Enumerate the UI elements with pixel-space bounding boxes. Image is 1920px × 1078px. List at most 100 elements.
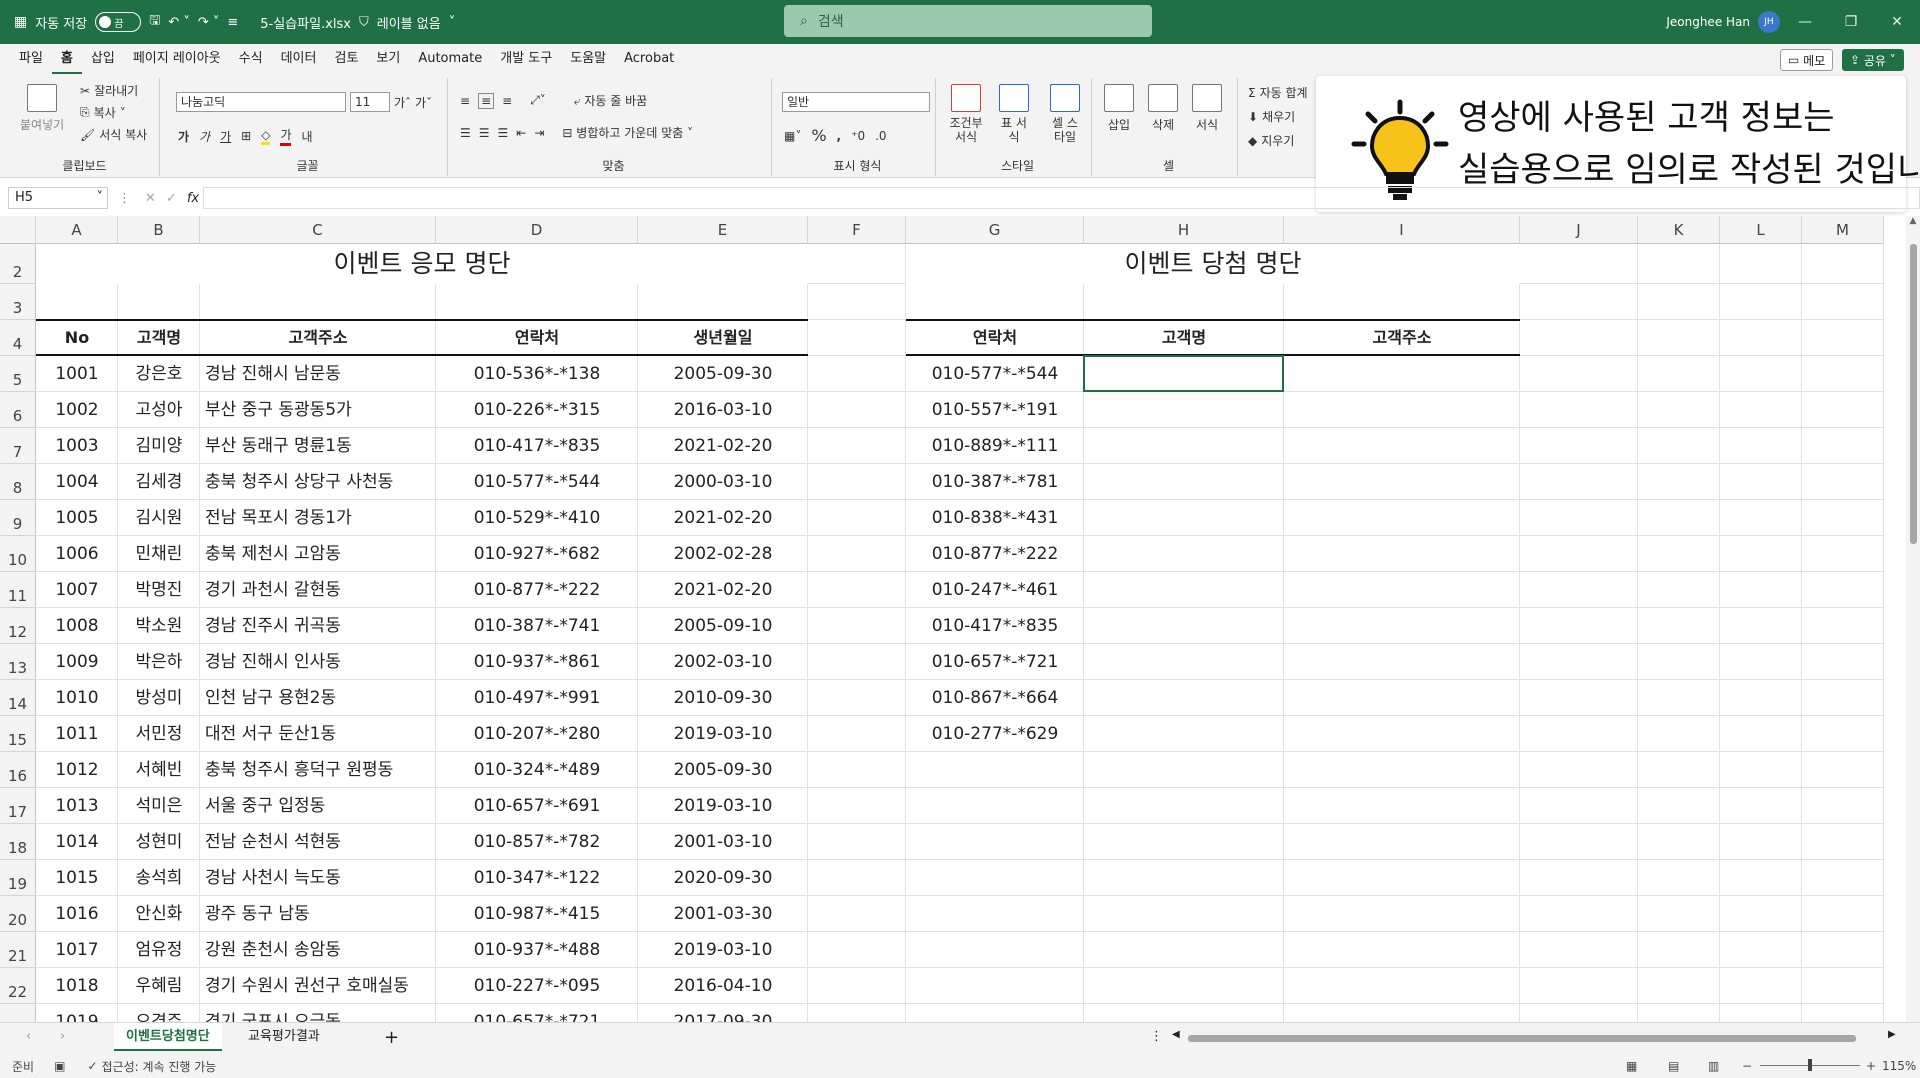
avatar[interactable]: JH <box>1758 11 1780 33</box>
data-cell[interactable]: 경남 진해시 남문동 <box>200 356 436 392</box>
row-header[interactable]: 9 <box>0 500 36 536</box>
winner-phone-cell[interactable]: 010-557*-*191 <box>906 392 1084 428</box>
macro-record-icon[interactable]: ▣ <box>54 1059 65 1073</box>
horizontal-scroll-thumb[interactable] <box>1188 1035 1856 1042</box>
data-cell[interactable]: 010-324*-*489 <box>436 752 638 788</box>
header-cell[interactable]: 연락처 <box>906 320 1084 356</box>
paste-button[interactable]: 붙여넣기 <box>20 84 64 133</box>
winner-phone-cell[interactable]: 010-867*-*664 <box>906 680 1084 716</box>
header-cell[interactable]: No <box>36 320 118 356</box>
comma-icon[interactable]: , <box>837 129 842 143</box>
shrink-font-icon[interactable]: 가ˇ <box>415 94 432 111</box>
enter-icon[interactable]: ✓ <box>166 191 177 206</box>
data-cell[interactable]: 1003 <box>36 428 118 464</box>
grow-font-icon[interactable]: 가ˆ <box>394 94 411 111</box>
column-header[interactable]: F <box>808 216 906 244</box>
row-header[interactable]: 15 <box>0 716 36 752</box>
data-cell[interactable]: 2016-04-10 <box>638 968 808 1004</box>
italic-icon[interactable]: 가 <box>199 128 210 145</box>
column-header[interactable]: C <box>200 216 436 244</box>
search-box[interactable]: ⌕ 검색 <box>784 5 1152 37</box>
data-cell[interactable]: 안신화 <box>118 896 200 932</box>
tab-view[interactable]: 보기 <box>367 44 409 74</box>
column-header[interactable]: M <box>1802 216 1884 244</box>
data-cell[interactable]: 엄유정 <box>118 932 200 968</box>
data-cell[interactable]: 2019-03-10 <box>638 716 808 752</box>
row-header[interactable]: 18 <box>0 824 36 860</box>
font-name-select[interactable]: 나눔고딕 <box>176 92 346 112</box>
cell-styles-button[interactable]: 셀 스타일 <box>1040 84 1090 144</box>
row-header[interactable]: 10 <box>0 536 36 572</box>
data-cell[interactable]: 2000-03-10 <box>638 464 808 500</box>
scroll-right-icon[interactable]: ▶ <box>1888 1029 1896 1040</box>
row-header[interactable]: 3 <box>0 284 36 320</box>
data-cell[interactable]: 2019-03-10 <box>638 788 808 824</box>
header-cell[interactable]: 고객주소 <box>200 320 436 356</box>
next-sheet-icon[interactable]: › <box>60 1029 65 1044</box>
delete-cells-button[interactable]: 삭제 <box>1148 84 1178 133</box>
data-cell[interactable]: 경기 수원시 권선구 호매실동 <box>200 968 436 1004</box>
copy-button[interactable]: ⎘ 복사 ˅ <box>80 104 126 121</box>
data-cell[interactable]: 1015 <box>36 860 118 896</box>
tab-formulas[interactable]: 수식 <box>230 44 272 74</box>
row-header[interactable]: 11 <box>0 572 36 608</box>
format-cells-button[interactable]: 서식 <box>1192 84 1222 133</box>
align-right-icon[interactable]: ☰ <box>498 126 509 140</box>
data-cell[interactable]: 2021-02-20 <box>638 572 808 608</box>
align-left-icon[interactable]: ☰ <box>460 126 471 140</box>
winner-phone-cell[interactable]: 010-877*-*222 <box>906 536 1084 572</box>
data-cell[interactable]: 민채린 <box>118 536 200 572</box>
data-cell[interactable]: 1002 <box>36 392 118 428</box>
data-cell[interactable]: 경남 진해시 인사동 <box>200 644 436 680</box>
data-cell[interactable]: 경기 과천시 갈현동 <box>200 572 436 608</box>
user-account[interactable]: Jeonghee Han JH <box>1666 0 1780 44</box>
data-cell[interactable]: 010-347*-*122 <box>436 860 638 896</box>
data-cell[interactable]: 2001-03-30 <box>638 896 808 932</box>
row-header[interactable]: 6 <box>0 392 36 428</box>
row-header[interactable]: 12 <box>0 608 36 644</box>
tab-page-layout[interactable]: 페이지 레이아웃 <box>124 44 230 74</box>
header-cell[interactable]: 생년월일 <box>638 320 808 356</box>
data-cell[interactable]: 2021-02-20 <box>638 500 808 536</box>
data-cell[interactable]: 2005-09-30 <box>638 752 808 788</box>
quick-access-menu-icon[interactable]: ≡ <box>227 15 238 30</box>
undo-icon[interactable]: ↶ ˅ <box>168 15 190 30</box>
row-header[interactable]: 20 <box>0 896 36 932</box>
decrease-indent-icon[interactable]: ⇤ <box>516 126 526 140</box>
row-header[interactable]: 5 <box>0 356 36 392</box>
tab-acrobat[interactable]: Acrobat <box>615 44 683 74</box>
data-cell[interactable]: 1005 <box>36 500 118 536</box>
column-header[interactable]: E <box>638 216 808 244</box>
name-box[interactable]: H5 ˅ <box>8 187 108 209</box>
data-cell[interactable]: 부산 중구 동광동5가 <box>200 392 436 428</box>
data-cell[interactable]: 1004 <box>36 464 118 500</box>
vertical-scroll-thumb[interactable] <box>1910 244 1917 544</box>
clear-button[interactable]: ◆ 지우기 <box>1248 132 1294 149</box>
data-cell[interactable]: 서울 중구 입정동 <box>200 788 436 824</box>
select-all-corner[interactable] <box>0 216 36 244</box>
data-cell[interactable]: 충북 제천시 고암동 <box>200 536 436 572</box>
winner-phone-cell[interactable]: 010-838*-*431 <box>906 500 1084 536</box>
worksheet-grid[interactable]: ABCDEFGHIJKLM 2 3 4 5 6 7 8 9 10 11 12 13 14 15 16 17 18… <box>0 216 1906 1022</box>
page-break-view-icon[interactable]: ▥ <box>1708 1059 1719 1073</box>
data-cell[interactable]: 서혜빈 <box>118 752 200 788</box>
percent-icon[interactable]: % <box>811 126 826 145</box>
sheet-tab-education[interactable]: 교육평가결과 <box>236 1023 332 1051</box>
header-cell[interactable]: 연락처 <box>436 320 638 356</box>
data-cell[interactable]: 서민정 <box>118 716 200 752</box>
data-cell[interactable]: 광주 동구 남동 <box>200 896 436 932</box>
winner-phone-cell[interactable]: 010-387*-*781 <box>906 464 1084 500</box>
row-header[interactable]: 16 <box>0 752 36 788</box>
tab-file[interactable]: 파일 <box>10 44 52 74</box>
data-cell[interactable]: 010-497*-*991 <box>436 680 638 716</box>
align-middle-icon[interactable]: ≡ <box>478 92 495 109</box>
tab-data[interactable]: 데이터 <box>272 44 326 74</box>
font-color-icon[interactable]: 가 <box>280 126 292 146</box>
data-cell[interactable]: 010-417*-*835 <box>436 428 638 464</box>
wrap-text-button[interactable]: ⤶ 자동 줄 바꿈 <box>574 92 647 109</box>
row-header[interactable]: 2 <box>0 244 36 284</box>
row-header[interactable]: 17 <box>0 788 36 824</box>
data-cell[interactable]: 성현미 <box>118 824 200 860</box>
minimize-icon[interactable]: — <box>1782 0 1828 44</box>
data-cell[interactable]: 경남 진주시 귀곡동 <box>200 608 436 644</box>
